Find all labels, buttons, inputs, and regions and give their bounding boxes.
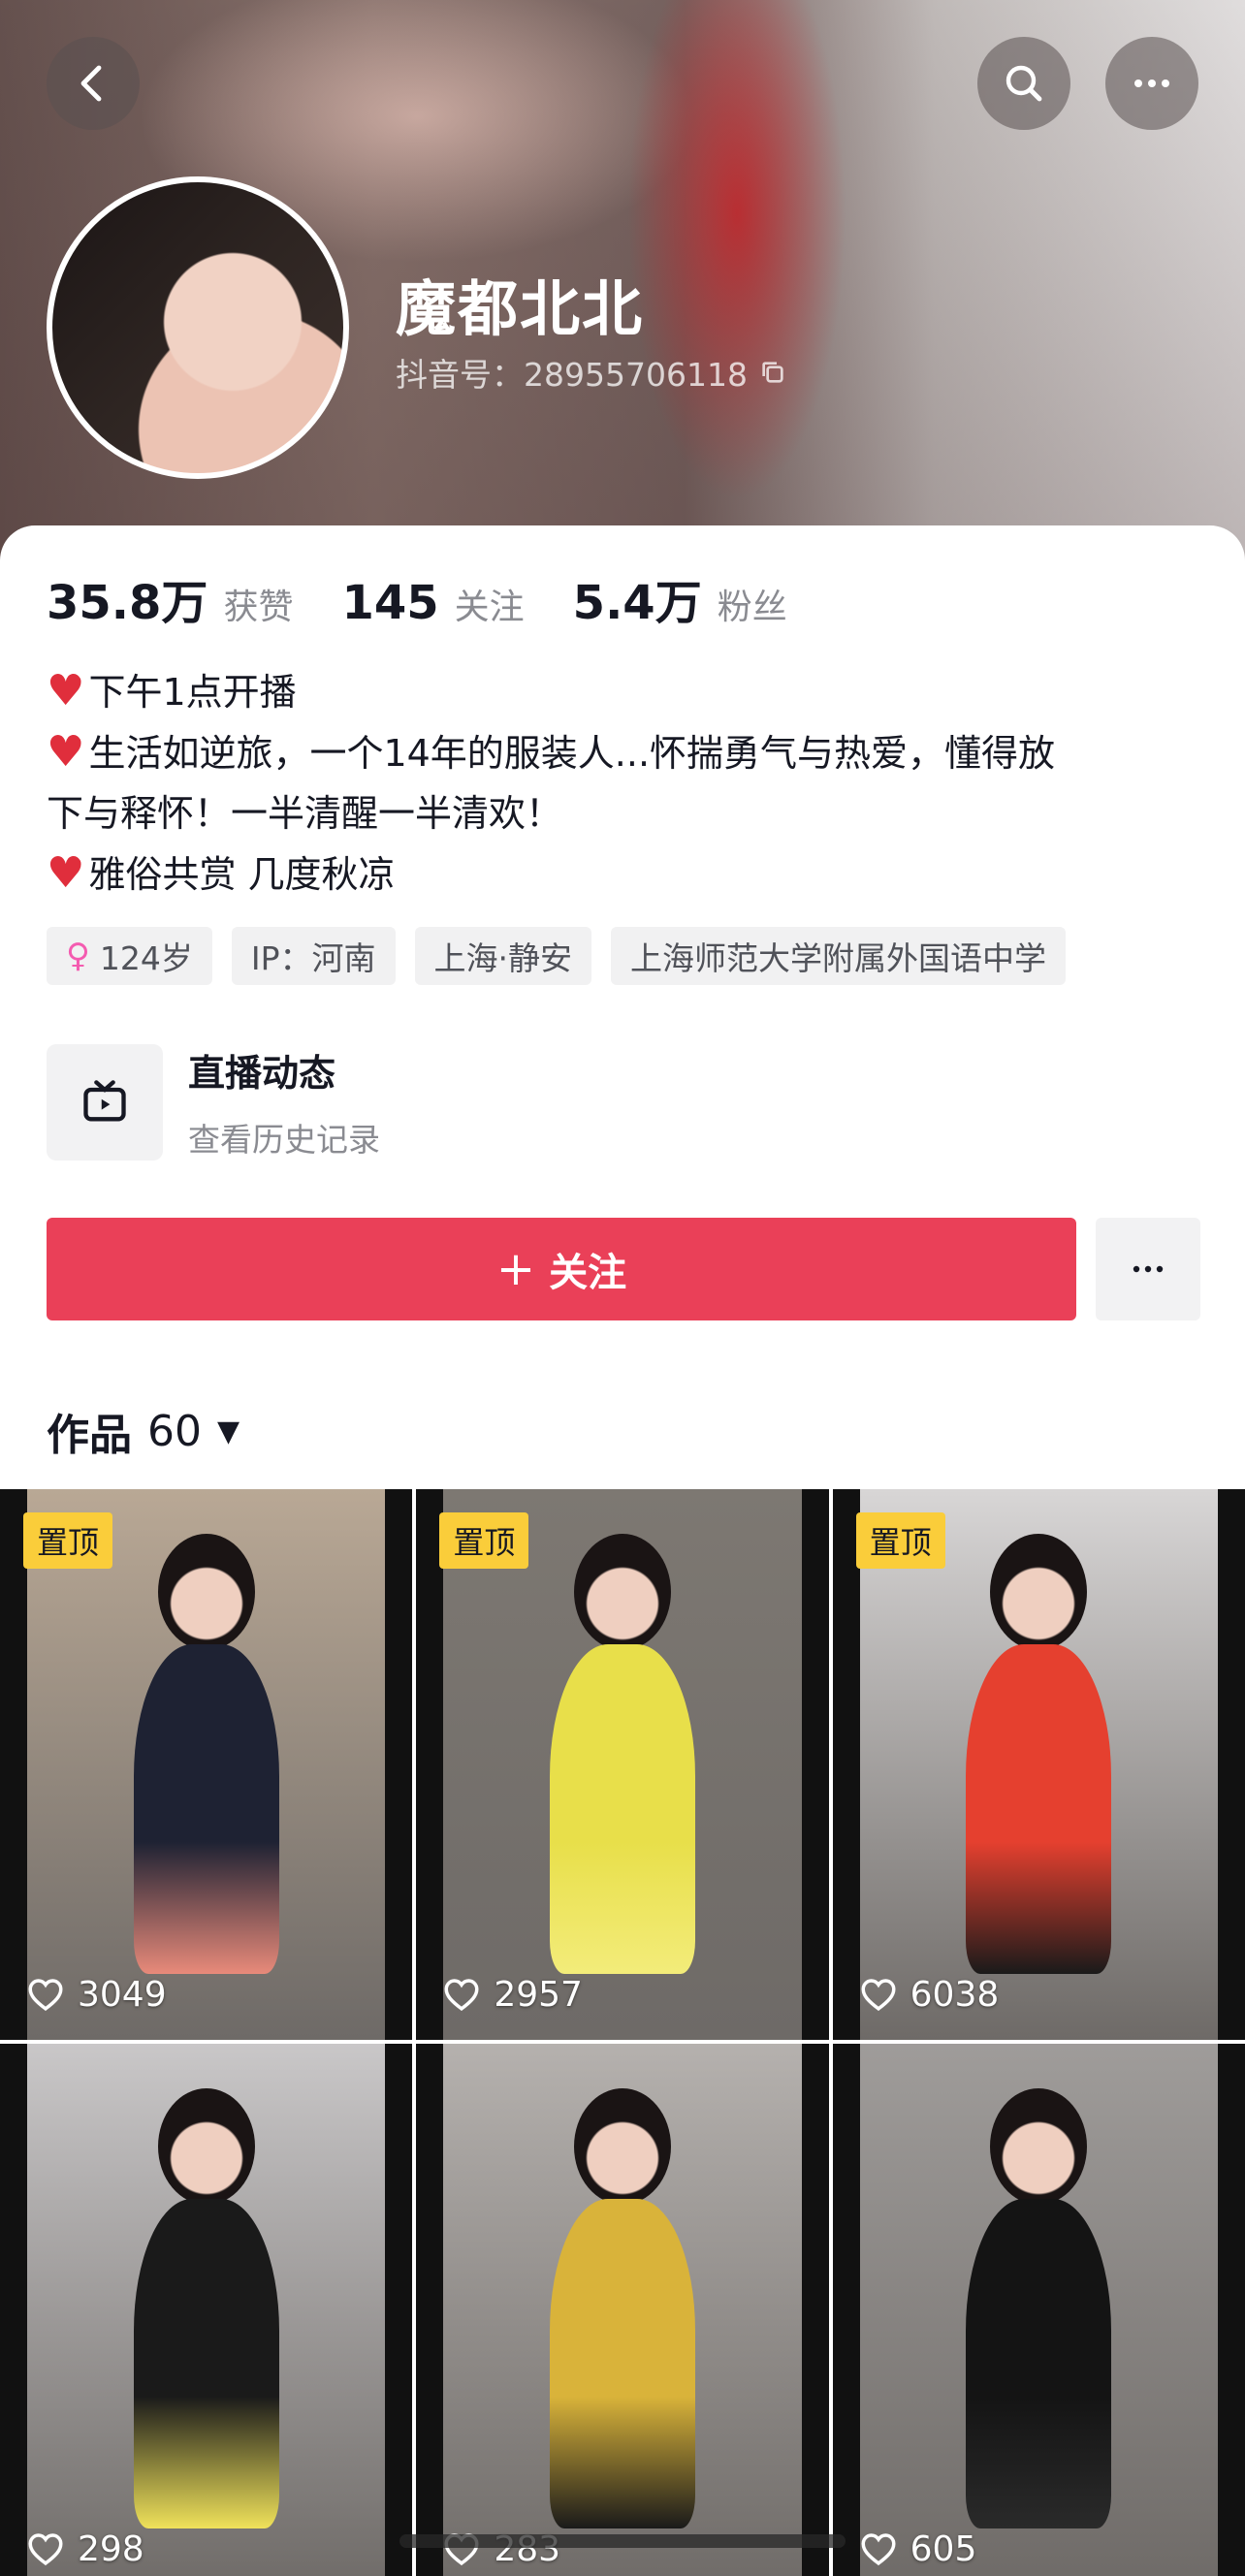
bio-line: ♥ 生活如逆旅，一个14年的服装人...怀揣勇气与热爱，懂得放 (47, 727, 1056, 777)
stat-likes-label: 获赞 (223, 588, 294, 627)
video-tile[interactable]: 置顶 2957 (416, 1489, 829, 2040)
video-tile[interactable]: 283 (416, 2044, 829, 2576)
pinned-badge: 置顶 (439, 1512, 529, 1569)
thumbnail-figure-dress (133, 2199, 279, 2528)
stat-likes-value: 35.8万 (47, 576, 208, 630)
thumbnail-figure-head (573, 1534, 671, 1650)
thumbnail-figure-dress (133, 1644, 279, 1974)
follow-row: + 关注 (47, 1218, 1200, 1320)
tag-school[interactable]: 上海师范大学附属外国语中学 (611, 927, 1067, 985)
follow-button[interactable]: + 关注 (47, 1218, 1076, 1320)
video-likes-count: 2957 (494, 1974, 583, 2015)
nickname: 魔都北北 (396, 273, 645, 344)
douyin-id-text: 抖音号：28955706118 (396, 356, 748, 394)
avatar[interactable] (47, 176, 349, 479)
thumbnail-figure-head (157, 2088, 255, 2205)
bio-line: 下与释怀！一半清醒一半清欢！ (47, 792, 563, 835)
thumbnail-figure-head (573, 2088, 671, 2205)
stat-fans[interactable]: 5.4万 粉丝 (573, 564, 787, 632)
heart-outline-icon (861, 1979, 896, 2012)
heart-outline-icon (444, 1979, 479, 2012)
copy-icon[interactable] (757, 357, 788, 388)
search-button[interactable] (977, 37, 1070, 130)
thumbnail-figure-head (990, 2088, 1088, 2205)
heart-outline-icon (28, 2533, 63, 2566)
heart-outline-icon (28, 1979, 63, 2012)
profile-info-card: 35.8万 获赞 145 关注 5.4万 粉丝 ♥ 下午1点开播 ♥ 生活如逆旅，一… (0, 525, 1245, 1485)
caret-down-icon: ▼ (217, 1414, 240, 1448)
works-count: 60 (147, 1406, 202, 1456)
heart-emoji-icon: ♥ (47, 848, 85, 898)
works-tab[interactable]: 作品 60 ▼ (47, 1400, 239, 1462)
stat-following-label: 关注 (454, 588, 525, 627)
video-tile[interactable]: 605 (832, 2044, 1245, 2576)
works-label: 作品 (47, 1411, 132, 1460)
video-tile[interactable]: 置顶 3049 (0, 1489, 413, 2040)
video-likes: 2957 (441, 1974, 583, 2015)
thumbnail-figure-dress (966, 2199, 1112, 2528)
tv-icon (83, 1079, 126, 1121)
video-likes: 3049 (25, 1974, 167, 2015)
heart-outline-icon (861, 2533, 896, 2566)
female-icon: ♀ (66, 937, 90, 975)
bio-line: ♥ 下午1点开播 (47, 666, 297, 716)
video-likes-count: 605 (910, 2528, 977, 2569)
home-indicator[interactable] (399, 2534, 846, 2548)
live-history-entry[interactable]: 直播动态 查看历史记录 (47, 1043, 380, 1161)
heart-emoji-icon: ♥ (47, 727, 85, 777)
heart-emoji-icon: ♥ (47, 666, 85, 716)
thumbnail-figure-head (990, 1534, 1088, 1650)
plus-icon: + (495, 1242, 536, 1296)
video-likes-count: 3049 (78, 1974, 167, 2015)
video-likes: 6038 (858, 1974, 1000, 2015)
thumbnail-figure-head (157, 1534, 255, 1650)
back-arrow-icon (80, 65, 102, 102)
follow-label: 关注 (549, 1251, 627, 1295)
pinned-badge: 置顶 (855, 1512, 945, 1569)
douyin-id[interactable]: 抖音号：28955706118 (396, 349, 788, 396)
bio-line: ♥ 雅俗共赏 几度秋凉 (47, 848, 396, 898)
tag-row: ♀ 124岁 IP：河南 上海·静安 上海师范大学附属外国语中学 (47, 927, 1067, 985)
thumbnail-figure-dress (966, 1644, 1112, 1974)
tag-age: ♀ 124岁 (47, 927, 212, 985)
stat-following[interactable]: 145 关注 (341, 576, 524, 630)
pinned-badge: 置顶 (23, 1512, 113, 1569)
video-likes: 605 (858, 2528, 977, 2569)
stat-following-value: 145 (341, 576, 439, 630)
live-subtitle: 查看历史记录 (188, 1121, 380, 1159)
live-tv-icon-box (47, 1043, 163, 1161)
video-likes-count: 6038 (910, 1974, 1000, 2015)
stats-row: 35.8万 获赞 145 关注 5.4万 粉丝 (47, 564, 836, 632)
back-button[interactable] (47, 37, 140, 130)
thumbnail-figure-dress (549, 2199, 695, 2528)
stat-fans-value: 5.4万 (572, 576, 702, 630)
bio: ♥ 下午1点开播 ♥ 生活如逆旅，一个14年的服装人...怀揣勇气与热爱，懂得放 下… (47, 661, 1210, 905)
video-grid: 置顶 3049 置顶 2957 置顶 6038 298 283 605 (0, 1489, 1245, 2576)
tag-ip: IP：河南 (231, 927, 396, 985)
video-likes-count: 298 (78, 2528, 144, 2569)
stat-likes: 35.8万 获赞 (47, 564, 293, 632)
video-likes: 298 (25, 2528, 144, 2569)
tag-location[interactable]: 上海·静安 (414, 927, 592, 985)
search-icon (1006, 65, 1042, 102)
thumbnail-figure-dress (549, 1644, 695, 1974)
video-tile[interactable]: 置顶 6038 (832, 1489, 1245, 2040)
video-tile[interactable]: 298 (0, 2044, 413, 2576)
follow-more-button[interactable] (1096, 1218, 1200, 1320)
stat-fans-label: 粉丝 (717, 588, 787, 627)
more-button[interactable] (1105, 37, 1198, 130)
more-icon (1134, 80, 1169, 87)
more-icon (1133, 1265, 1164, 1273)
live-title: 直播动态 (188, 1052, 336, 1095)
